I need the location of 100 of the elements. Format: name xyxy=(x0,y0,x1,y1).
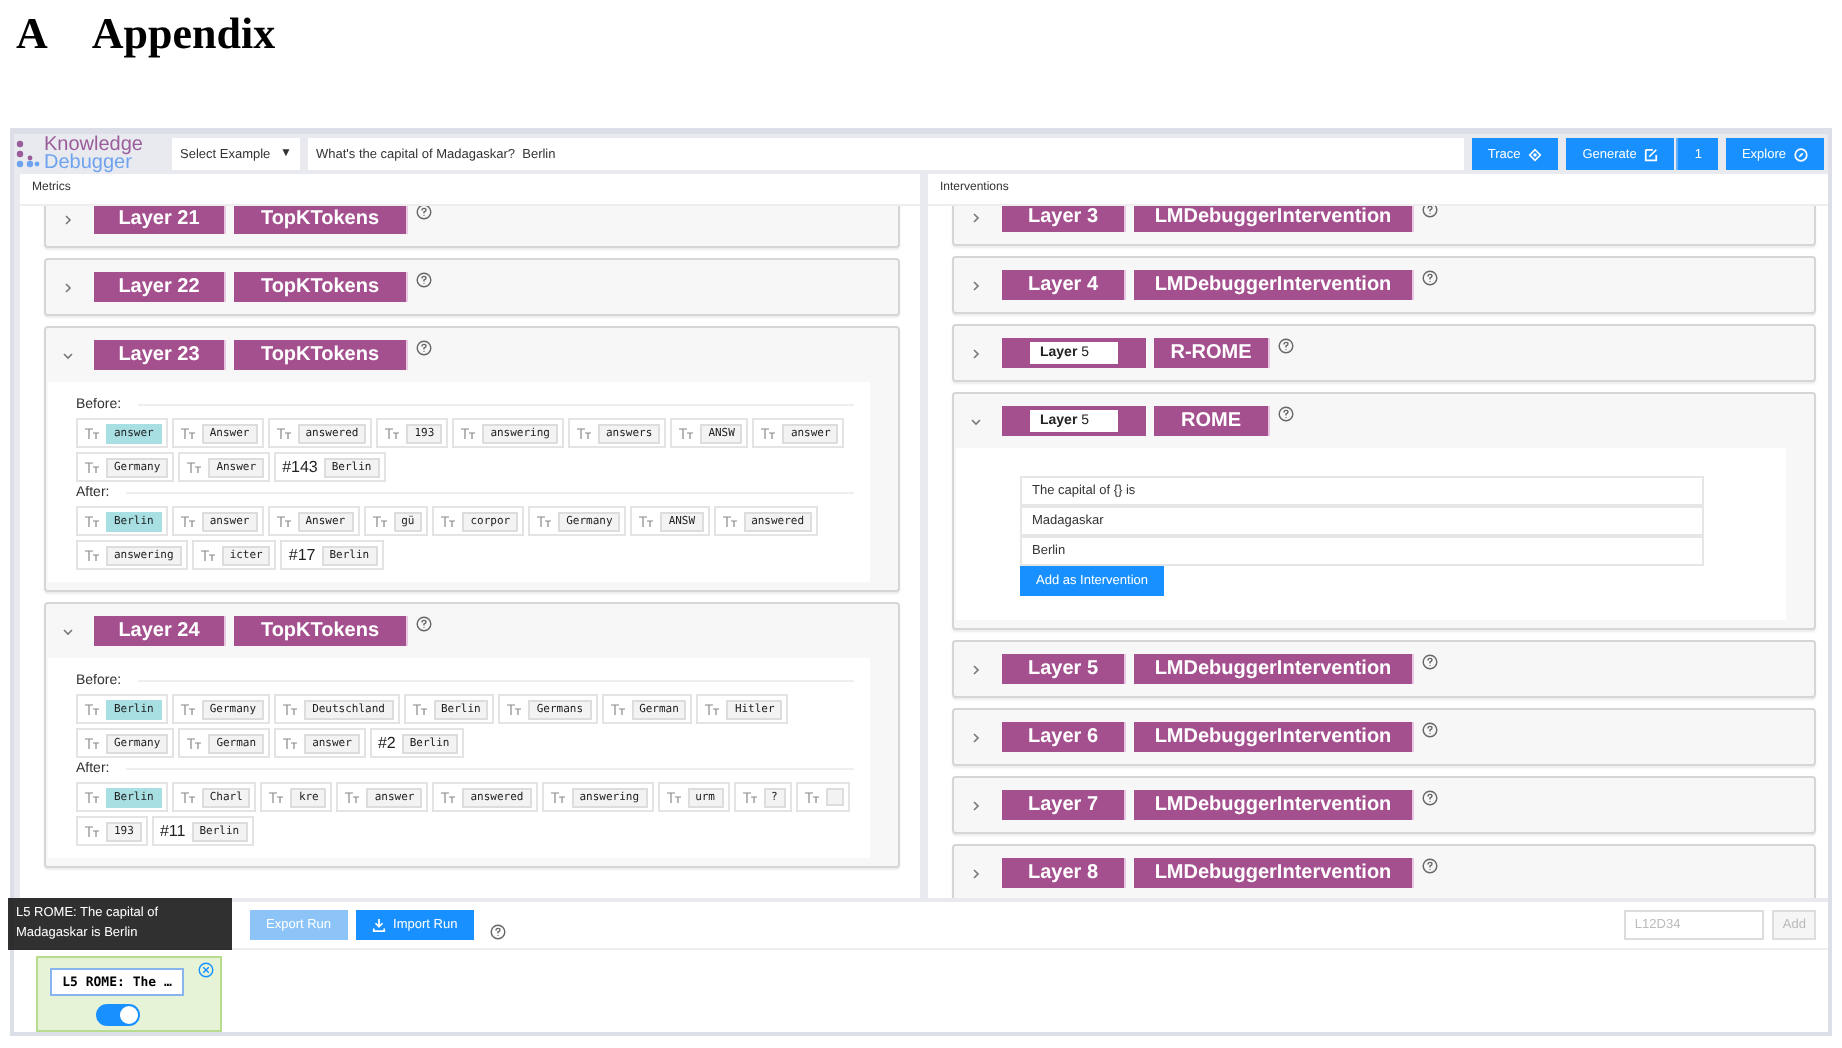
help-icon[interactable] xyxy=(1422,206,1438,218)
chevron-icon[interactable] xyxy=(62,349,74,361)
metric-tag: TopKTokens xyxy=(234,206,408,234)
metric-tag: TopKTokens xyxy=(234,340,408,370)
section-number: A xyxy=(16,8,48,60)
intervention-tag: LMDebuggerIntervention xyxy=(1134,790,1414,820)
download-icon xyxy=(371,918,386,932)
text-type-icon xyxy=(678,427,695,439)
text-type-icon xyxy=(179,427,196,439)
metric-tag: TopKTokens xyxy=(234,616,408,646)
layer-tag: Layer 23 xyxy=(94,340,226,370)
intervention-tag: ROME xyxy=(1154,406,1270,436)
intervention-tag: LMDebuggerIntervention xyxy=(1134,654,1414,684)
target-icon xyxy=(1528,147,1543,161)
text-type-icon xyxy=(549,791,566,803)
help-icon[interactable] xyxy=(1278,406,1294,422)
chevron-icon[interactable] xyxy=(62,281,74,293)
chevron-icon[interactable] xyxy=(62,213,74,225)
text-type-icon xyxy=(84,549,100,561)
rank-text: #143 xyxy=(282,458,318,476)
layer-tag: Layer 7 xyxy=(1002,790,1126,820)
text-type-icon xyxy=(506,703,523,715)
intervention-tag: LMDebuggerIntervention xyxy=(1134,270,1414,300)
help-icon[interactable] xyxy=(416,272,432,288)
layer-tag: Layer 4 xyxy=(1002,270,1126,300)
chevron-icon[interactable] xyxy=(62,625,74,637)
text-type-icon xyxy=(411,703,427,715)
toggle-switch[interactable] xyxy=(95,1004,139,1026)
help-icon[interactable] xyxy=(489,923,506,939)
text-type-icon xyxy=(440,791,457,803)
chevron-icon[interactable] xyxy=(970,799,982,811)
chevron-icon[interactable] xyxy=(970,211,982,223)
help-icon[interactable] xyxy=(1278,338,1294,354)
text-type-icon xyxy=(186,737,203,749)
help-icon[interactable] xyxy=(416,206,432,220)
intervention-tag: LMDebuggerIntervention xyxy=(1134,722,1414,752)
compass-icon xyxy=(1794,147,1808,161)
text-type-icon xyxy=(704,703,721,715)
text-type-icon xyxy=(344,791,361,803)
help-icon[interactable] xyxy=(416,616,432,632)
intervention-tag: LMDebuggerIntervention xyxy=(1134,858,1414,888)
logo-icon xyxy=(16,140,40,168)
blank-token xyxy=(825,788,844,806)
chevron-icon[interactable] xyxy=(970,279,982,291)
layer-tag: Layer 3 xyxy=(1002,206,1126,232)
chevron-icon[interactable] xyxy=(970,867,982,879)
rank-text: #11 xyxy=(159,822,186,840)
text-type-icon xyxy=(84,515,100,527)
text-type-icon xyxy=(275,515,292,527)
app-logo: Knowledge Debugger xyxy=(44,136,143,172)
text-type-icon xyxy=(282,703,299,715)
text-type-icon xyxy=(84,427,100,439)
text-type-icon xyxy=(721,515,738,527)
help-icon[interactable] xyxy=(1422,654,1438,670)
text-type-icon xyxy=(576,427,592,439)
text-type-icon xyxy=(665,791,682,803)
help-icon[interactable] xyxy=(1422,858,1438,874)
text-type-icon xyxy=(84,703,100,715)
intervention-tag: R-ROME xyxy=(1154,338,1270,368)
metric-tag: TopKTokens xyxy=(234,272,408,302)
text-type-icon xyxy=(84,461,100,473)
text-type-icon xyxy=(638,515,655,527)
text-type-icon xyxy=(199,549,216,561)
text-type-icon xyxy=(84,825,100,837)
text-type-icon xyxy=(84,791,100,803)
layer-tag: Layer 6 xyxy=(1002,722,1126,752)
help-icon[interactable] xyxy=(1422,790,1438,806)
rank-text: #17 xyxy=(288,546,316,564)
text-type-icon xyxy=(282,737,299,749)
rank-text: #2 xyxy=(377,734,396,752)
chevron-icon[interactable] xyxy=(970,663,982,675)
layer-tag: Layer 24 xyxy=(94,616,226,646)
intervention-tag: LMDebuggerIntervention xyxy=(1134,206,1414,232)
text-type-icon xyxy=(275,427,292,439)
text-type-icon xyxy=(179,515,196,527)
chevron-icon[interactable] xyxy=(970,347,982,359)
text-type-icon xyxy=(179,791,196,803)
text-type-icon xyxy=(536,515,553,527)
layer-tag: Layer 22 xyxy=(94,272,226,302)
text-type-icon xyxy=(460,427,477,439)
layer-tag: Layer 8 xyxy=(1002,858,1126,888)
text-type-icon xyxy=(186,461,203,473)
text-type-icon xyxy=(440,515,457,527)
chevron-icon[interactable] xyxy=(970,731,982,743)
help-icon[interactable] xyxy=(1422,722,1438,738)
section-title: Appendix xyxy=(91,8,276,60)
text-type-icon xyxy=(268,791,285,803)
text-type-icon xyxy=(609,703,626,715)
layer-tag: Layer 21 xyxy=(94,206,226,234)
layer-tag: Layer 5 xyxy=(1002,654,1126,684)
help-icon[interactable] xyxy=(1422,270,1438,286)
text-type-icon xyxy=(84,737,100,749)
edit-icon xyxy=(1644,147,1659,161)
text-type-icon xyxy=(179,703,196,715)
text-type-icon xyxy=(803,791,820,803)
close-icon[interactable] xyxy=(198,962,214,978)
text-type-icon xyxy=(760,427,777,439)
text-type-icon xyxy=(384,427,401,439)
chevron-icon[interactable] xyxy=(970,415,982,427)
help-icon[interactable] xyxy=(416,340,432,356)
